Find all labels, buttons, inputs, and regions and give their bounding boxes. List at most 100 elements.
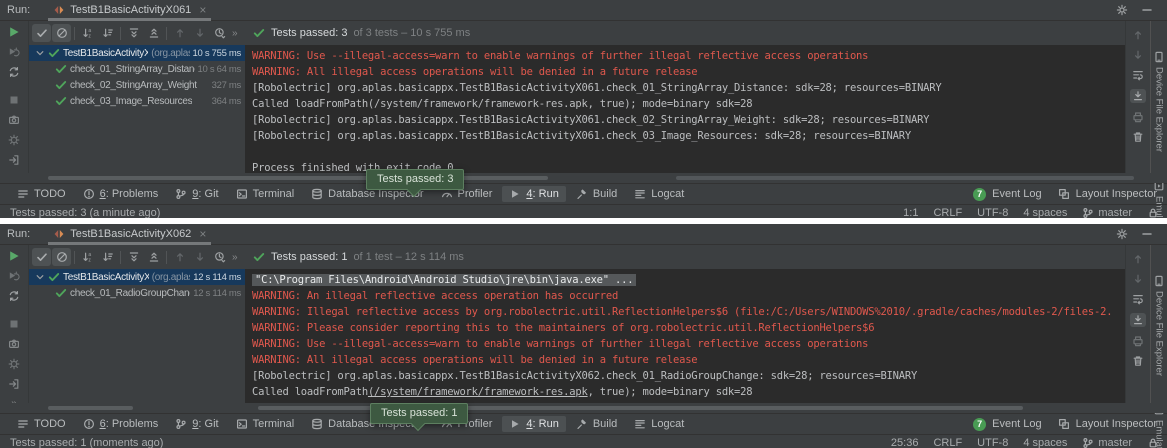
rerun-button[interactable] (8, 250, 20, 262)
screenshot-button[interactable] (8, 114, 20, 126)
show-passed-button[interactable] (32, 248, 51, 266)
stop-button[interactable] (8, 318, 20, 330)
toolbar-more-chevron[interactable]: » (232, 28, 238, 39)
next-occurrence-button[interactable] (190, 248, 209, 266)
layout-inspector-button[interactable]: Layout Inspector (1058, 188, 1157, 200)
restore-layout-button[interactable] (8, 154, 20, 166)
scrollbar-thumb[interactable] (676, 176, 1134, 180)
event-log-button[interactable]: 7 Event Log (973, 418, 1042, 431)
tool-window-button-terminal[interactable]: Terminal (229, 416, 302, 432)
scrollbar-thumb[interactable] (48, 406, 133, 410)
scroll-to-end-button[interactable] (1130, 89, 1146, 103)
tool-window-button-todo[interactable]: TODO (10, 416, 73, 432)
screenshot-button[interactable] (8, 338, 20, 350)
hide-window-icon[interactable] (1141, 228, 1153, 240)
clear-all-icon[interactable] (1132, 355, 1144, 367)
rerun-failed-tests-button[interactable] (8, 270, 20, 282)
test-row[interactable]: check_02_StringArray_Weight327 ms (29, 77, 245, 93)
expand-all-button[interactable] (124, 248, 143, 266)
toolbar-more-chevron[interactable]: » (232, 252, 238, 263)
test-row[interactable]: check_01_StringArray_Distance10 s 64 ms (29, 61, 245, 77)
console-output[interactable]: "C:\Program Files\Android\Android Studio… (245, 269, 1125, 403)
previous-occurrence-button[interactable] (170, 24, 189, 42)
tool-window-button-build[interactable]: Build (569, 416, 624, 432)
test-history-button[interactable] (210, 248, 229, 266)
rerun-automatically-button[interactable] (8, 66, 20, 78)
close-icon[interactable]: × (199, 228, 206, 240)
chevron-down-icon[interactable] (35, 48, 45, 58)
show-ignored-button[interactable] (52, 24, 71, 42)
device-file-explorer-button[interactable]: Device File Explorer (1153, 51, 1165, 152)
line-separator-widget[interactable]: CRLF (933, 437, 962, 448)
scrollbar-thumb[interactable] (48, 176, 548, 180)
test-settings-button[interactable] (8, 358, 20, 370)
restore-layout-button[interactable] (8, 378, 20, 390)
test-history-button[interactable] (210, 24, 229, 42)
chevron-down-icon[interactable] (35, 272, 45, 282)
close-icon[interactable]: × (199, 4, 206, 16)
tool-window-button-logcat[interactable]: Logcat (627, 186, 691, 202)
caret-position-widget[interactable]: 25:36 (891, 437, 919, 448)
tool-window-button-build[interactable]: Build (569, 186, 624, 202)
run-tab[interactable]: TestB1BasicActivityX062 × (46, 224, 213, 244)
hide-window-icon[interactable] (1141, 4, 1153, 16)
scroll-up-icon[interactable] (1132, 29, 1144, 41)
gear-icon[interactable] (1116, 4, 1128, 16)
soft-wrap-icon[interactable] (1132, 293, 1144, 305)
indent-widget[interactable]: 4 spaces (1023, 437, 1067, 448)
scroll-down-icon[interactable] (1132, 49, 1144, 61)
show-ignored-button[interactable] (52, 248, 71, 266)
next-occurrence-button[interactable] (190, 24, 209, 42)
show-passed-button[interactable] (32, 24, 51, 42)
collapse-all-button[interactable] (144, 248, 163, 266)
scroll-to-end-button[interactable] (1130, 313, 1146, 327)
lock-icon[interactable] (1147, 207, 1159, 218)
gear-icon[interactable] (1116, 228, 1128, 240)
sort-alphabetically-button[interactable]: az (78, 24, 97, 42)
test-suite-row[interactable]: TestB1BasicActivityX061 (org.aplas.t 10 … (29, 45, 245, 61)
tool-window-button-terminal[interactable]: Terminal (229, 186, 302, 202)
encoding-widget[interactable]: UTF-8 (977, 207, 1008, 218)
test-suite-row[interactable]: TestB1BasicActivityX062 (org.aplas.t 12 … (29, 269, 245, 285)
line-separator-widget[interactable]: CRLF (933, 207, 962, 218)
tool-window-button-todo[interactable]: TODO (10, 186, 73, 202)
run-tab[interactable]: TestB1BasicActivityX061 × (46, 0, 213, 20)
tool-window-button-9-git[interactable]: 9: Git (168, 416, 225, 432)
sort-by-duration-button[interactable] (98, 24, 117, 42)
tool-window-button-4-run[interactable]: 4: Run (502, 186, 565, 202)
clear-all-icon[interactable] (1132, 131, 1144, 143)
tool-window-button-9-git[interactable]: 9: Git (168, 186, 225, 202)
test-row[interactable]: check_01_RadioGroupChange12 s 114 ms (29, 285, 245, 301)
rerun-automatically-button[interactable] (8, 290, 20, 302)
tool-window-button-label: 4: Run (526, 418, 558, 430)
test-row[interactable]: check_03_Image_Resources364 ms (29, 93, 245, 109)
rerun-button[interactable] (8, 26, 20, 38)
sort-by-duration-button[interactable] (98, 248, 117, 266)
scroll-up-icon[interactable] (1132, 253, 1144, 265)
tool-window-button-logcat[interactable]: Logcat (627, 416, 691, 432)
stop-button[interactable] (8, 94, 20, 106)
sort-alphabetically-button[interactable]: az (78, 248, 97, 266)
device-file-explorer-button[interactable]: Device File Explorer (1153, 275, 1165, 376)
git-branch-widget[interactable]: master (1082, 207, 1132, 218)
console-output[interactable]: WARNING: Use --illegal-access=warn to en… (245, 45, 1125, 173)
tool-window-button-4-run[interactable]: 4: Run (502, 416, 565, 432)
scroll-down-icon[interactable] (1132, 273, 1144, 285)
lock-icon[interactable] (1147, 437, 1159, 448)
tool-window-button-6-problems[interactable]: 6: Problems (76, 186, 166, 202)
layout-inspector-button[interactable]: Layout Inspector (1058, 418, 1157, 430)
expand-all-button[interactable] (124, 24, 143, 42)
test-settings-button[interactable] (8, 134, 20, 146)
indent-widget[interactable]: 4 spaces (1023, 207, 1067, 218)
rerun-failed-tests-button[interactable] (8, 46, 20, 58)
tool-window-button-6-problems[interactable]: 6: Problems (76, 416, 166, 432)
print-icon[interactable] (1132, 335, 1144, 347)
print-icon[interactable] (1132, 111, 1144, 123)
previous-occurrence-button[interactable] (170, 248, 189, 266)
soft-wrap-icon[interactable] (1132, 69, 1144, 81)
collapse-all-button[interactable] (144, 24, 163, 42)
caret-position-widget[interactable]: 1:1 (903, 207, 918, 218)
event-log-button[interactable]: 7 Event Log (973, 188, 1042, 201)
git-branch-widget[interactable]: master (1082, 437, 1132, 448)
encoding-widget[interactable]: UTF-8 (977, 437, 1008, 448)
